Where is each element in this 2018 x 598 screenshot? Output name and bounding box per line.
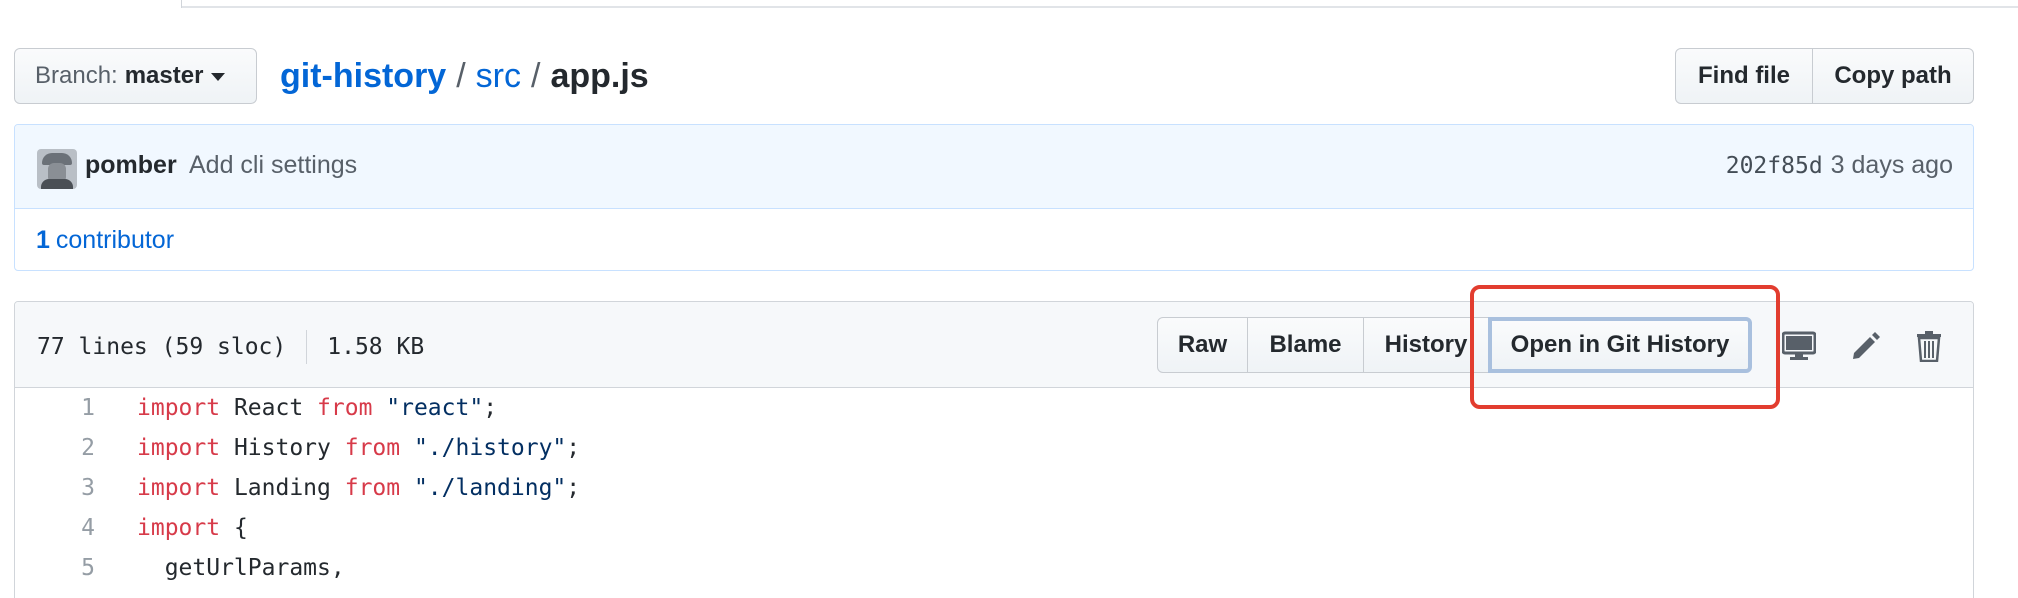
breadcrumb-repo-link[interactable]: git-history xyxy=(280,57,446,96)
copy-path-button[interactable]: Copy path xyxy=(1813,48,1974,104)
commit-meta: 202f85d 3 days ago xyxy=(1726,151,1953,180)
raw-button[interactable]: Raw xyxy=(1157,317,1248,373)
contributors-link[interactable]: 1 contributor xyxy=(15,209,1973,270)
contributors-count: 1 xyxy=(36,225,50,254)
pencil-icon[interactable] xyxy=(1847,330,1883,362)
line-number[interactable]: 3 xyxy=(15,475,95,501)
blame-button[interactable]: Blame xyxy=(1247,317,1364,373)
breadcrumb: git-history / src / app.js xyxy=(280,54,649,98)
trash-icon[interactable] xyxy=(1911,330,1947,362)
branch-label: Branch: xyxy=(35,62,118,89)
breadcrumb-separator: / xyxy=(456,56,466,95)
desktop-icon[interactable] xyxy=(1781,330,1817,362)
line-content: import React from "react"; xyxy=(137,395,498,421)
code-view: 1 import React from "react"; 2 import Hi… xyxy=(15,388,1973,588)
line-number[interactable]: 5 xyxy=(15,555,95,581)
breadcrumb-separator: / xyxy=(531,56,541,95)
branch-value: master xyxy=(124,62,204,89)
file-navigation: Branch: master git-history / src / app.j… xyxy=(14,48,1974,106)
code-line: 4 import { xyxy=(15,508,1973,548)
line-number[interactable]: 1 xyxy=(15,395,95,421)
top-tab-border xyxy=(182,6,2018,8)
file-info-divider xyxy=(306,330,308,364)
breadcrumb-file-name: app.js xyxy=(550,56,649,95)
top-tab-active[interactable] xyxy=(0,0,182,8)
line-content: import Landing from "./landing"; xyxy=(137,475,581,501)
top-tabs xyxy=(0,0,2018,8)
code-line: 2 import History from "./history"; xyxy=(15,428,1973,468)
avatar[interactable] xyxy=(37,149,77,189)
file-lines-info: 77 lines (59 sloc) xyxy=(37,334,287,360)
commit-sha-link[interactable]: 202f85d xyxy=(1726,153,1823,179)
commit-message-link[interactable]: Add cli settings xyxy=(189,151,357,180)
find-file-button[interactable]: Find file xyxy=(1675,48,1813,104)
line-content: getUrlParams, xyxy=(137,555,345,581)
commit-author-link[interactable]: pomber xyxy=(85,151,177,180)
file-info: 77 lines (59 sloc) 1.58 KB xyxy=(37,330,424,364)
line-number[interactable]: 2 xyxy=(15,435,95,461)
breadcrumb-dir-link[interactable]: src xyxy=(476,57,521,96)
line-content: import History from "./history"; xyxy=(137,435,581,461)
annotation-highlight-box xyxy=(1470,285,1780,409)
commit-tease: pomber Add cli settings 202f85d 3 days a… xyxy=(15,125,1973,209)
code-line: 5 getUrlParams, xyxy=(15,548,1973,588)
line-content: import { xyxy=(137,515,248,541)
caret-down-icon xyxy=(211,73,226,81)
contributors-label: contributor xyxy=(55,225,175,254)
branch-select-button[interactable]: Branch: master xyxy=(14,48,257,104)
file-size: 1.58 KB xyxy=(327,334,425,360)
commit-info-box: pomber Add cli settings 202f85d 3 days a… xyxy=(14,124,1974,271)
code-line: 3 import Landing from "./landing"; xyxy=(15,468,1973,508)
file-nav-button-group: Find file Copy path xyxy=(1675,48,1974,104)
commit-time: 3 days ago xyxy=(1830,151,1953,179)
line-number[interactable]: 4 xyxy=(15,515,95,541)
